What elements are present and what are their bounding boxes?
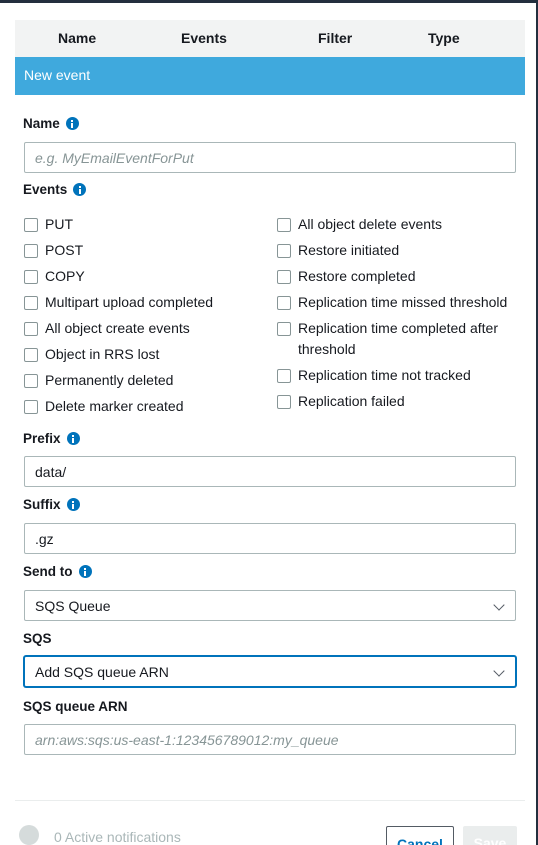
checkbox-label: PUT <box>45 216 73 232</box>
column-events[interactable]: Events <box>181 30 227 46</box>
checkbox-label: Restore completed <box>298 268 416 284</box>
event-checkbox-restore-initiated[interactable]: Restore initiated <box>277 242 400 261</box>
event-checkbox-replication-not-tracked[interactable]: Replication time not tracked <box>277 367 471 386</box>
checkbox[interactable] <box>24 244 38 258</box>
event-checkbox-multipart[interactable]: Multipart upload completed <box>24 294 214 313</box>
checkbox-label: Object in RRS lost <box>45 346 160 362</box>
name-label: Name <box>23 116 79 131</box>
chevron-down-icon <box>493 599 505 611</box>
event-checkbox-all-delete[interactable]: All object delete events <box>277 216 442 235</box>
column-filter[interactable]: Filter <box>318 30 352 46</box>
event-checkbox-restore-completed[interactable]: Restore completed <box>277 268 416 287</box>
checkbox[interactable] <box>277 296 291 310</box>
sqs-arn-input[interactable]: arn:aws:sqs:us-east-1:123456789012:my_qu… <box>24 724 516 755</box>
checkbox[interactable] <box>277 369 291 383</box>
event-checkbox-all-create[interactable]: All object create events <box>24 320 190 339</box>
checkbox[interactable] <box>277 395 291 409</box>
checkbox[interactable] <box>24 400 38 414</box>
event-checkbox-replication-completed-after[interactable]: Replication time completed after thresho… <box>277 320 517 360</box>
info-icon[interactable] <box>73 183 87 196</box>
send-to-label: Send to <box>23 564 92 579</box>
checkbox[interactable] <box>24 218 38 232</box>
new-event-header: New event <box>15 57 525 95</box>
event-checkbox-replication-missed[interactable]: Replication time missed threshold <box>277 294 508 313</box>
sqs-arn-label: SQS queue ARN <box>23 699 128 714</box>
checkbox-label: Replication failed <box>298 393 405 409</box>
prefix-label: Prefix <box>23 431 80 446</box>
checkbox[interactable] <box>277 270 291 284</box>
status-dot-icon <box>19 825 39 845</box>
event-checkbox-put[interactable]: PUT <box>24 216 73 235</box>
prefix-input[interactable]: data/ <box>24 456 516 487</box>
event-notification-panel: Name Events Filter Type New event Name e… <box>0 3 536 845</box>
checkbox[interactable] <box>24 374 38 388</box>
checkbox[interactable] <box>24 322 38 336</box>
notifications-table-header: Name Events Filter Type <box>15 20 525 57</box>
checkbox-label: Replication time completed after thresho… <box>298 320 498 357</box>
info-icon[interactable] <box>66 432 80 445</box>
checkbox-label: Multipart upload completed <box>45 294 214 310</box>
chevron-down-icon <box>493 665 505 677</box>
checkbox-label: POST <box>45 242 84 258</box>
event-checkbox-copy[interactable]: COPY <box>24 268 85 287</box>
info-icon[interactable] <box>66 498 80 511</box>
save-button[interactable]: Save <box>463 826 517 845</box>
event-checkbox-delete-marker[interactable]: Delete marker created <box>24 398 184 417</box>
events-label: Events <box>23 182 87 197</box>
checkbox-label: Delete marker created <box>45 398 184 414</box>
sqs-arn-label-text: SQS queue ARN <box>23 699 128 714</box>
checkbox[interactable] <box>277 218 291 232</box>
checkbox-label: Replication time missed threshold <box>298 294 508 310</box>
sqs-label-text: SQS <box>23 631 52 646</box>
checkbox[interactable] <box>24 348 38 362</box>
suffix-label: Suffix <box>23 497 80 512</box>
checkbox-label: COPY <box>45 268 85 284</box>
checkbox[interactable] <box>277 244 291 258</box>
send-to-select[interactable]: SQS Queue <box>24 590 516 621</box>
event-checkbox-rrs-lost[interactable]: Object in RRS lost <box>24 346 160 365</box>
sqs-value: Add SQS queue ARN <box>35 663 169 680</box>
checkbox-label: Permanently deleted <box>45 372 174 388</box>
cancel-button[interactable]: Cancel <box>386 826 454 845</box>
checkbox-label: Restore initiated <box>298 242 400 258</box>
event-checkbox-post[interactable]: POST <box>24 242 84 261</box>
suffix-input[interactable]: .gz <box>24 523 516 554</box>
info-icon[interactable] <box>78 565 92 578</box>
sqs-label: SQS <box>23 631 52 646</box>
event-checkbox-replication-failed[interactable]: Replication failed <box>277 393 405 412</box>
sqs-select[interactable]: Add SQS queue ARN <box>24 656 516 687</box>
prefix-label-text: Prefix <box>23 431 61 446</box>
footer-divider <box>15 800 525 801</box>
event-checkbox-permanently-deleted[interactable]: Permanently deleted <box>24 372 174 391</box>
checkbox[interactable] <box>24 296 38 310</box>
checkbox[interactable] <box>24 270 38 284</box>
send-to-label-text: Send to <box>23 564 73 579</box>
checkbox[interactable] <box>277 322 291 336</box>
checkbox-label: All object delete events <box>298 216 442 232</box>
events-label-text: Events <box>23 182 68 197</box>
suffix-label-text: Suffix <box>23 497 61 512</box>
checkbox-label: All object create events <box>45 320 190 336</box>
column-type[interactable]: Type <box>428 30 460 46</box>
name-input[interactable]: e.g. MyEmailEventForPut <box>24 142 516 173</box>
name-label-text: Name <box>23 116 60 131</box>
send-to-value: SQS Queue <box>35 597 111 614</box>
info-icon[interactable] <box>65 117 79 130</box>
active-notifications-count: 0 Active notifications <box>54 829 181 845</box>
checkbox-label: Replication time not tracked <box>298 367 471 383</box>
column-name[interactable]: Name <box>58 30 96 46</box>
